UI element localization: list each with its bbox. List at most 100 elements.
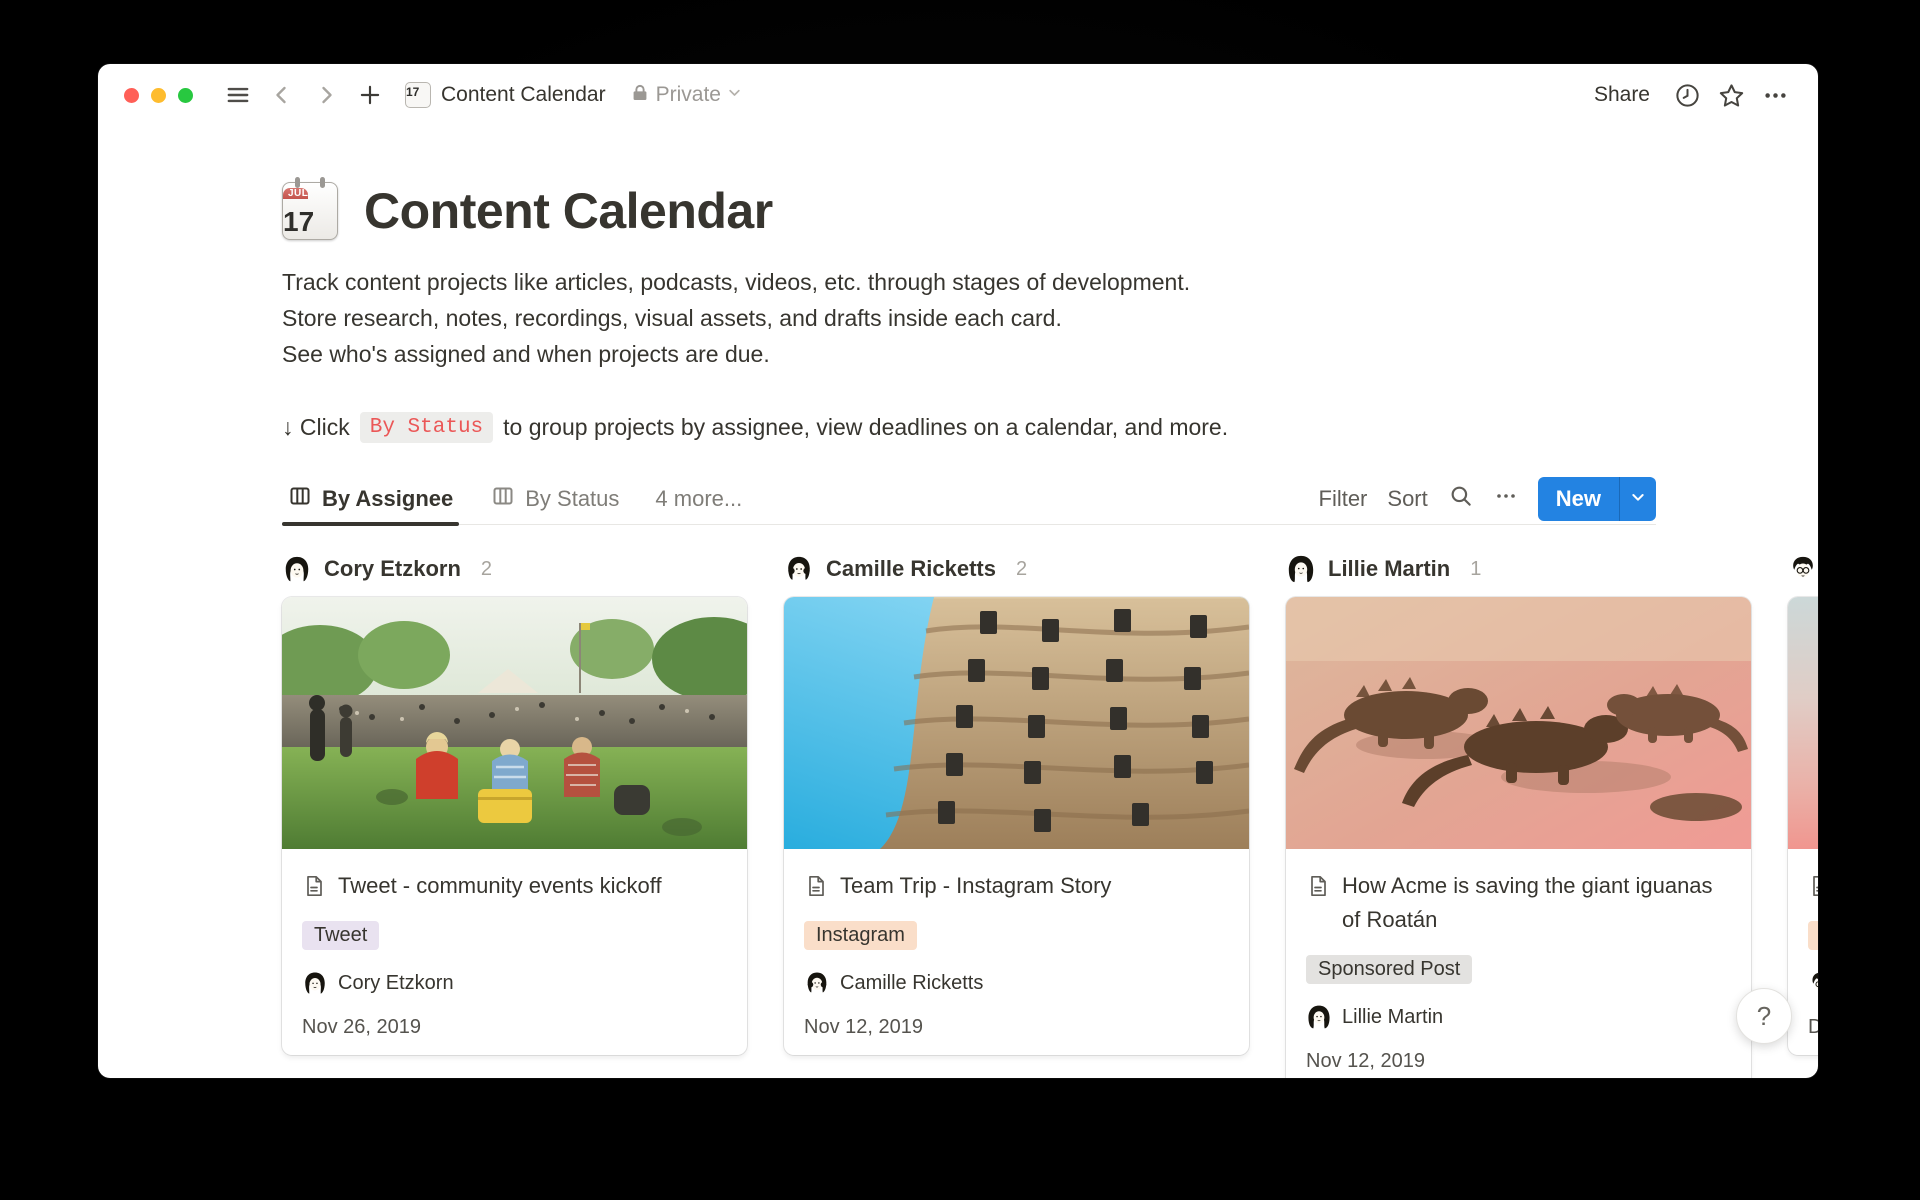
hamburger-icon [225, 82, 251, 108]
chevron-down-icon [727, 85, 742, 105]
tab-by-status[interactable]: By Status [485, 473, 625, 525]
privacy-label: Private [656, 83, 721, 107]
callout-line: ↓ Click By Status to group projects by a… [282, 412, 1656, 443]
sidebar-toggle-button[interactable] [221, 78, 255, 112]
privacy-menu[interactable]: Private [630, 83, 742, 108]
card-date: Nov 26, 2019 [302, 1016, 727, 1039]
column-name: Cory Etzkorn [324, 556, 461, 582]
view-tabs-bar: By Assignee By Status 4 more... Filter S… [282, 473, 1656, 525]
card-date: D [1808, 1016, 1818, 1039]
back-button[interactable] [265, 78, 299, 112]
page-title: Content Calendar [364, 182, 773, 240]
tag-tweet: Tweet [302, 921, 379, 950]
window-toolbar: 17 Content Calendar Private Share [98, 64, 1818, 126]
tab-by-assignee[interactable]: By Assignee [282, 473, 459, 525]
board-view: Cory Etzkorn 2 [98, 525, 1818, 1078]
card-date: Nov 12, 2019 [1306, 1050, 1731, 1073]
avatar-camille-ricketts [804, 970, 830, 996]
traffic-lights [124, 88, 193, 103]
tag-partial: V [1808, 921, 1818, 950]
forward-button[interactable] [309, 78, 343, 112]
filter-button[interactable]: Filter [1309, 480, 1378, 518]
sort-button[interactable]: Sort [1377, 480, 1437, 518]
desktop-background: 17 Content Calendar Private Share [0, 0, 1920, 1200]
card-assignee: Cory Etzkorn [338, 972, 454, 995]
tag-instagram: Instagram [804, 921, 917, 950]
clock-icon [1674, 82, 1701, 109]
card-title: Tweet - community events kickoff [338, 869, 662, 903]
card-partial[interactable]: V D [1788, 597, 1818, 1055]
callout-prefix: ↓ Click [282, 414, 350, 441]
notion-window: 17 Content Calendar Private Share [98, 64, 1818, 1078]
minimize-window-button[interactable] [151, 88, 166, 103]
card-assignee: Lillie Martin [1342, 1006, 1443, 1029]
view-options-button[interactable] [1484, 478, 1528, 520]
ellipsis-icon [1494, 484, 1518, 514]
by-status-code-chip: By Status [360, 412, 493, 443]
more-options-button[interactable] [1758, 78, 1792, 112]
board-view-icon [491, 484, 515, 514]
card-team-trip-instagram-story[interactable]: Team Trip - Instagram Story Instagram Ca… [784, 597, 1249, 1055]
close-window-button[interactable] [124, 88, 139, 103]
chevron-left-icon [270, 83, 294, 107]
help-button[interactable]: ? [1736, 988, 1792, 1044]
card-date: Nov 12, 2019 [804, 1016, 1229, 1039]
search-button[interactable] [1438, 477, 1484, 521]
new-dropdown-button[interactable] [1619, 477, 1656, 521]
column-name: Lillie Martin [1328, 556, 1450, 582]
avatar-cory-etzkorn [282, 554, 312, 584]
updates-button[interactable] [1670, 78, 1704, 112]
new-button[interactable]: New [1538, 477, 1619, 521]
column-count: 2 [481, 558, 492, 581]
avatar-lillie-martin [1306, 1004, 1332, 1030]
description-line: Store research, notes, recordings, visua… [282, 300, 1656, 336]
avatar-cory-etzkorn [302, 970, 328, 996]
card-tweet-community-events[interactable]: Tweet - community events kickoff Tweet C… [282, 597, 747, 1055]
chevron-down-icon [1630, 489, 1646, 508]
card-assignee: Camille Ricketts [840, 972, 983, 995]
new-page-button[interactable] [353, 78, 387, 112]
board-view-icon [288, 484, 312, 514]
page-icon [302, 874, 326, 903]
card-acme-iguanas[interactable]: How Acme is saving the giant iguanas of … [1286, 597, 1751, 1078]
new-split-button: New [1538, 477, 1656, 521]
more-views-button[interactable]: 4 more... [655, 486, 742, 512]
pink-gradient-photo [1788, 597, 1818, 849]
column-header[interactable] [1788, 549, 1818, 589]
column-header[interactable]: Lillie Martin 1 [1286, 549, 1751, 589]
avatar-man-glasses [1808, 970, 1818, 996]
toolbar-actions: Share [1584, 77, 1792, 113]
favorite-button[interactable] [1714, 78, 1748, 112]
toolbar-page-title: Content Calendar [441, 83, 606, 107]
zoom-window-button[interactable] [178, 88, 193, 103]
star-icon [1718, 82, 1745, 109]
board-column-lillie-martin: Lillie Martin 1 [1286, 525, 1751, 1078]
plus-icon [357, 82, 383, 108]
column-name: Camille Ricketts [826, 556, 996, 582]
board-column-cory-etzkorn: Cory Etzkorn 2 [282, 525, 747, 1055]
page-icon [1808, 874, 1818, 903]
column-count: 2 [1016, 558, 1027, 581]
breadcrumb[interactable]: 17 Content Calendar [405, 82, 606, 108]
festival-crowd-photo [282, 597, 747, 849]
column-count: 1 [1470, 558, 1481, 581]
tag-sponsored-post: Sponsored Post [1306, 955, 1472, 984]
calendar-favicon-icon: 17 [405, 82, 431, 108]
avatar-camille-ricketts [784, 554, 814, 584]
chevron-right-icon [314, 83, 338, 107]
share-button[interactable]: Share [1584, 77, 1660, 113]
column-header[interactable]: Camille Ricketts 2 [784, 549, 1249, 589]
description-line: See who's assigned and when projects are… [282, 336, 1656, 372]
callout-suffix: to group projects by assignee, view dead… [503, 414, 1228, 441]
avatar-man-glasses [1788, 554, 1818, 584]
card-title: How Acme is saving the giant iguanas of … [1342, 869, 1731, 937]
board-column-partial: V D [1788, 525, 1818, 1055]
lock-icon [630, 83, 650, 108]
calendar-emoji-icon[interactable]: JUL 17 [282, 182, 338, 240]
column-header[interactable]: Cory Etzkorn 2 [282, 549, 747, 589]
description-line: Track content projects like articles, po… [282, 264, 1656, 300]
search-icon [1448, 483, 1474, 515]
page-title-row: JUL 17 Content Calendar [282, 182, 1656, 240]
card-title: Team Trip - Instagram Story [840, 869, 1111, 903]
casa-mila-building-photo [784, 597, 1249, 849]
